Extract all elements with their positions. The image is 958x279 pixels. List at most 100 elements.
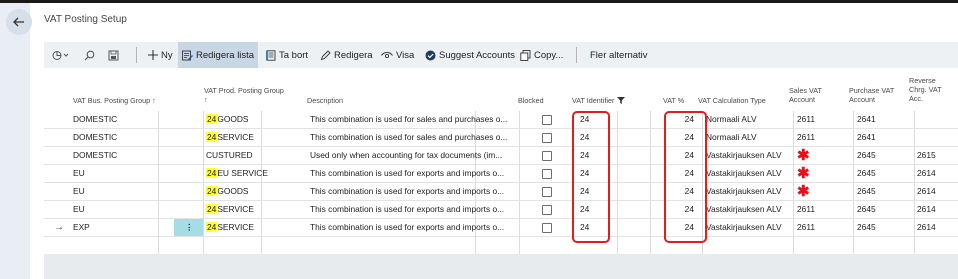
new-button[interactable]: Ny: [148, 42, 173, 68]
blocked-checkbox[interactable]: [542, 223, 552, 233]
purchase-vat-account-cell[interactable]: 2645: [857, 183, 876, 200]
col-vat-identifier-label: VAT Identifier: [572, 96, 615, 105]
description-cell[interactable]: This combination is used for exports and…: [310, 183, 516, 200]
blocked-checkbox[interactable]: [542, 169, 552, 179]
bus-posting-group-cell[interactable]: EU: [73, 183, 85, 200]
col-vat-identifier[interactable]: VAT Identifier: [572, 96, 626, 105]
col-rev-line2: Chrg. VAT: [909, 85, 942, 94]
table-row[interactable]: DOMESTIC 24SERVICE This combination is u…: [44, 129, 958, 147]
description-cell[interactable]: This combination is used for exports and…: [310, 219, 516, 236]
bus-posting-group-cell[interactable]: EU: [73, 201, 85, 218]
col-bus-posting-group[interactable]: VAT Bus. Posting Group ↑: [73, 96, 156, 105]
open-in-excel-button[interactable]: [108, 42, 122, 68]
prod-posting-group-cell[interactable]: 24SERVICE: [206, 129, 254, 146]
reverse-chrg-vat-acc-cell[interactable]: 2614: [917, 165, 936, 182]
vat-calc-type-cell[interactable]: Vastakirjauksen ALV: [706, 147, 782, 164]
reverse-chrg-vat-acc-cell[interactable]: 2614: [917, 219, 936, 236]
vat-calc-type-cell[interactable]: Vastakirjauksen ALV: [706, 201, 782, 218]
col-sales-vat-account[interactable]: Sales VAT Account: [789, 86, 822, 104]
col-vat-calc-type[interactable]: VAT Calculation Type: [698, 96, 766, 105]
suggest-accounts-button[interactable]: Suggest Accounts: [425, 42, 515, 68]
left-margin: [0, 3, 30, 279]
sales-vat-account-cell[interactable]: 2611: [797, 111, 815, 128]
prod-posting-group-cell[interactable]: CUSTURED: [206, 147, 253, 164]
sales-vat-account-cell[interactable]: 2611: [797, 129, 815, 146]
col-rev-line1: Reverse: [909, 76, 936, 85]
vat-calc-type-cell[interactable]: Normaali ALV: [706, 111, 757, 128]
page-title: VAT Posting Setup: [44, 14, 127, 25]
col-purch-line2: Account: [849, 95, 875, 104]
col-vat-percent[interactable]: VAT %: [663, 96, 684, 105]
bus-posting-group-cell[interactable]: DOMESTIC: [73, 147, 117, 164]
vat-calc-type-cell[interactable]: Vastakirjauksen ALV: [706, 219, 782, 236]
table-row-current[interactable]: → EXP ⋮ 24SERVICE This combination is us…: [44, 219, 958, 237]
data-icon-button[interactable]: [48, 42, 74, 68]
prod-posting-group-cell[interactable]: 24EU SERVICE: [206, 165, 268, 182]
reverse-chrg-vat-acc-cell[interactable]: 2614: [917, 201, 936, 218]
edit-list-button[interactable]: Redigera lista: [178, 42, 258, 68]
purchase-vat-account-cell[interactable]: 2645: [857, 219, 876, 236]
purchase-vat-account-cell[interactable]: 2645: [857, 201, 876, 218]
view-button[interactable]: Visa: [381, 42, 414, 68]
reverse-chrg-vat-acc-cell[interactable]: 2615: [917, 147, 936, 164]
blocked-checkbox[interactable]: [542, 151, 552, 161]
prod-text: SERVICE: [217, 132, 254, 142]
description-cell[interactable]: This combination is used for exports and…: [310, 165, 516, 182]
col-prod-posting-group[interactable]: VAT Prod. Posting Group ↑: [204, 86, 284, 104]
description-cell[interactable]: This combination is used for exports and…: [310, 201, 516, 218]
bus-posting-group-cell[interactable]: EXP: [73, 219, 90, 236]
sales-vat-account-cell[interactable]: 2611: [797, 219, 815, 236]
edit-list-icon: [182, 50, 193, 61]
purchase-vat-account-cell[interactable]: 2645: [857, 147, 876, 164]
description-cell[interactable]: This combination is used for sales and p…: [310, 129, 516, 146]
reverse-chrg-vat-acc-cell[interactable]: 2614: [917, 183, 936, 200]
blocked-checkbox[interactable]: [542, 205, 552, 215]
purchase-vat-account-cell[interactable]: 2645: [857, 165, 876, 182]
more-options-label: Fler alternativ: [590, 49, 648, 61]
col-reverse-chrg-vat-acc[interactable]: Reverse Chrg. VAT Acc.: [909, 76, 941, 103]
prod-posting-group-cell[interactable]: 24SERVICE: [206, 219, 254, 236]
col-prod-sort-arrow: ↑: [204, 95, 208, 104]
more-options-button[interactable]: Fler alternativ: [590, 42, 648, 68]
col-description[interactable]: Description: [307, 96, 343, 105]
col-purchase-vat-account[interactable]: Purchase VAT Account: [849, 86, 894, 104]
current-row-arrow-icon: →: [54, 222, 64, 233]
edit-button[interactable]: Redigera: [320, 42, 373, 68]
vat-calc-type-cell[interactable]: Vastakirjauksen ALV: [706, 165, 782, 182]
back-button[interactable]: [6, 9, 32, 35]
bus-posting-group-cell[interactable]: EU: [73, 165, 85, 182]
table-row[interactable]: EU 24EU SERVICE This combination is used…: [44, 165, 958, 183]
bus-posting-group-cell[interactable]: DOMESTIC: [73, 129, 117, 146]
missing-value-marker: ✱: [797, 183, 810, 200]
sales-vat-account-cell[interactable]: 2611: [797, 201, 815, 218]
missing-value-marker: ✱: [797, 165, 810, 182]
new-empty-row[interactable]: [44, 237, 958, 254]
blocked-checkbox[interactable]: [542, 187, 552, 197]
prod-posting-group-cell[interactable]: 24GOODS: [206, 183, 249, 200]
row-menu-button[interactable]: ⋮: [174, 219, 203, 236]
table-row[interactable]: DOMESTIC CUSTURED Used only when account…: [44, 147, 958, 165]
table-row[interactable]: EU 24SERVICE This combination is used fo…: [44, 201, 958, 219]
description-cell[interactable]: Used only when accounting for tax docume…: [310, 147, 516, 164]
prod-posting-group-cell[interactable]: 24SERVICE: [206, 201, 254, 218]
purchase-vat-account-cell[interactable]: 2641: [857, 129, 876, 146]
table-row[interactable]: DOMESTIC 24GOODS This combination is use…: [44, 111, 958, 129]
col-blocked[interactable]: Blocked: [518, 96, 544, 105]
description-cell[interactable]: This combination is used for sales and p…: [310, 111, 516, 128]
purchase-vat-account-cell[interactable]: 2641: [857, 111, 876, 128]
filter-icon: [617, 97, 626, 104]
table-row[interactable]: EU 24GOODS This combination is used for …: [44, 183, 958, 201]
blocked-checkbox[interactable]: [542, 115, 552, 125]
grid-footer-area: [44, 254, 958, 279]
copy-button[interactable]: Copy...: [520, 42, 563, 68]
edit-list-label: Redigera lista: [196, 49, 255, 61]
missing-value-marker: ✱: [797, 147, 810, 164]
vat-calc-type-cell[interactable]: Normaali ALV: [706, 129, 757, 146]
bus-posting-group-cell[interactable]: DOMESTIC: [73, 111, 117, 128]
prod-posting-group-cell[interactable]: 24GOODS: [206, 111, 249, 128]
vat-calc-type-cell[interactable]: Vastakirjauksen ALV: [706, 183, 782, 200]
delete-button[interactable]: Ta bort: [266, 42, 308, 68]
trash-icon: [266, 49, 276, 61]
blocked-checkbox[interactable]: [542, 133, 552, 143]
search-button[interactable]: [84, 42, 98, 68]
